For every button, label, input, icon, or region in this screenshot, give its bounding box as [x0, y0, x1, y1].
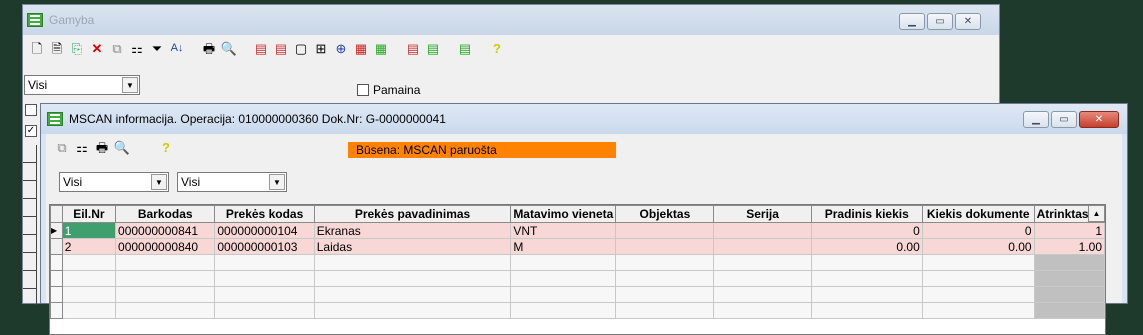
doc-icon[interactable]: 🗎	[49, 40, 65, 56]
back-grid-edge	[23, 145, 37, 305]
table-row[interactable]: 2 000000000840 000000000103 Laidas M 0.0…	[50, 238, 1105, 255]
front-window-controls: ▁ ▭ ✕	[1023, 111, 1119, 128]
back-toolbar: 🗋 🗎 ⎘ ✕ ⧉ ⚏ ⏷ A↓ 🖶 🔍 ▤ ▤ ▢ ⊞ ⊕ ▦ ▦ ▤ ▤ ▤…	[29, 38, 505, 58]
chevron-down-icon[interactable]: ▼	[122, 77, 138, 93]
table-row[interactable]: ▶ 1 000000000841 000000000104 Ekranas VN…	[50, 222, 1105, 239]
print-icon[interactable]: 🖶	[201, 40, 217, 56]
table-cell[interactable]: 0	[810, 222, 923, 239]
empty-row	[50, 302, 1105, 319]
table-cell[interactable]: 0.00	[921, 238, 1035, 255]
filter-select-2[interactable]: Visi ▼	[177, 172, 287, 192]
back-window-title: Gamyba	[49, 13, 95, 27]
chevron-down-icon[interactable]: ▼	[269, 174, 285, 190]
grid-header-row: Eil.Nr Barkodas Prekės kodas Prekės pava…	[50, 205, 1105, 223]
add-row-icon[interactable]: ⊕	[333, 40, 349, 56]
back-filter-select[interactable]: Visi ▼	[24, 75, 140, 95]
delete-icon[interactable]: ✕	[89, 40, 105, 56]
help-icon[interactable]: ?	[158, 139, 174, 155]
table-cell[interactable]: Laidas	[313, 238, 512, 255]
front-window-body: ⧉ ⚏ 🖶 🔍 ? Būsena: MSCAN paruošta Visi ▼ …	[46, 134, 1122, 335]
app-icon	[47, 112, 63, 126]
status-badge: Būsena: MSCAN paruošta	[348, 142, 616, 158]
filter-select-1[interactable]: Visi ▼	[59, 172, 169, 192]
maximize-button[interactable]: ▭	[1051, 111, 1077, 128]
empty-row	[50, 254, 1105, 271]
stack-green-icon[interactable]: ▦	[373, 40, 389, 56]
empty-row	[50, 286, 1105, 303]
column-header[interactable]: Prekės kodas	[214, 205, 315, 223]
table-cell[interactable]: 000000000104	[214, 222, 315, 239]
chevron-down-icon[interactable]: ▼	[151, 174, 167, 190]
table-cell[interactable]: 000000000103	[214, 238, 315, 255]
pamaina-checkbox-row[interactable]: Pamaina	[357, 83, 420, 97]
table-cell[interactable]: 1	[61, 222, 117, 239]
pamaina-label: Pamaina	[373, 83, 421, 97]
table-cell[interactable]: Ekranas	[313, 222, 512, 239]
scroll-up-button[interactable]: ▲	[1088, 205, 1105, 222]
empty-row	[50, 270, 1105, 287]
front-toolbar: ⧉ ⚏ 🖶 🔍 ?	[54, 139, 174, 155]
tree-icon[interactable]: ⚏	[74, 139, 90, 155]
back-checkbox-2[interactable]: ✓	[25, 125, 37, 137]
front-window-title: MSCAN informacija. Operacija: 0100000003…	[69, 112, 446, 126]
current-row-icon: ▶	[50, 222, 63, 239]
stack2-icon[interactable]: ▤	[425, 40, 441, 56]
table-cell[interactable]: 2	[61, 238, 117, 255]
column-header[interactable]: Objektas	[615, 205, 715, 223]
table-cell[interactable]: VNT	[510, 222, 617, 239]
stack-red-icon[interactable]: ▦	[353, 40, 369, 56]
import2-icon[interactable]: ▤	[273, 40, 289, 56]
link-icon[interactable]: ⊞	[313, 40, 329, 56]
copy-file-icon[interactable]: ⧉	[109, 40, 125, 56]
doc-blank-icon[interactable]: ▢	[293, 40, 309, 56]
filter-icon[interactable]: ⏷	[149, 40, 165, 56]
copy-file-icon[interactable]: ⧉	[54, 139, 70, 155]
table-cell[interactable]: 1.00	[1033, 238, 1105, 255]
close-button[interactable]: ✕	[1079, 111, 1119, 128]
table-cell[interactable]: M	[510, 238, 617, 255]
back-window-controls: ▁ ▭ ✕	[899, 13, 981, 30]
tree-icon[interactable]: ⚏	[129, 40, 145, 56]
help-icon[interactable]: ?	[489, 40, 505, 56]
table-cell[interactable]: 000000000841	[115, 222, 216, 239]
app-icon	[27, 13, 43, 27]
close-button[interactable]: ✕	[955, 13, 981, 30]
front-window-titlebar[interactable]: MSCAN informacija. Operacija: 0100000003…	[41, 104, 1127, 134]
stack-icon[interactable]: ▤	[405, 40, 421, 56]
data-grid: Eil.Nr Barkodas Prekės kodas Prekės pava…	[49, 204, 1106, 335]
column-header[interactable]: Eil.Nr	[61, 205, 117, 223]
table-cell[interactable]	[615, 238, 715, 255]
sort-icon[interactable]: A↓	[169, 40, 185, 56]
back-checkbox-1[interactable]	[25, 104, 37, 116]
column-header[interactable]: Prekės pavadinimas	[313, 205, 512, 223]
back-window-titlebar[interactable]: Gamyba	[23, 5, 999, 35]
column-header[interactable]: Matavimo vieneta	[510, 205, 617, 223]
minimize-button[interactable]: ▁	[1023, 111, 1049, 128]
table-cell[interactable]: 000000000840	[115, 238, 216, 255]
find-icon[interactable]: 🔍	[221, 40, 237, 56]
grid-table: Eil.Nr Barkodas Prekės kodas Prekės pava…	[50, 205, 1105, 319]
table-cell[interactable]	[615, 222, 715, 239]
table-cell[interactable]: 1	[1033, 222, 1105, 239]
maximize-button[interactable]: ▭	[927, 13, 953, 30]
copy-icon[interactable]: ⎘	[69, 40, 85, 56]
table-cell[interactable]	[713, 238, 812, 255]
table-cell[interactable]: 0.00	[810, 238, 923, 255]
row-indicator-header	[50, 205, 63, 223]
find-icon[interactable]: 🔍	[114, 139, 130, 155]
new-doc-icon[interactable]: 🗋	[29, 40, 45, 56]
column-header[interactable]: Pradinis kiekis	[810, 205, 923, 223]
column-header[interactable]: Kiekis dokumente	[921, 205, 1035, 223]
column-header[interactable]: Serija	[713, 205, 812, 223]
import-icon[interactable]: ▤	[253, 40, 269, 56]
print-icon[interactable]: 🖶	[94, 139, 110, 155]
minimize-button[interactable]: ▁	[899, 13, 925, 30]
table-cell[interactable]: 0	[921, 222, 1035, 239]
column-header[interactable]: Barkodas	[115, 205, 216, 223]
front-window: MSCAN informacija. Operacija: 0100000003…	[40, 103, 1128, 335]
table-cell[interactable]	[713, 222, 812, 239]
stack3-icon[interactable]: ▤	[457, 40, 473, 56]
pamaina-checkbox[interactable]	[357, 84, 369, 96]
